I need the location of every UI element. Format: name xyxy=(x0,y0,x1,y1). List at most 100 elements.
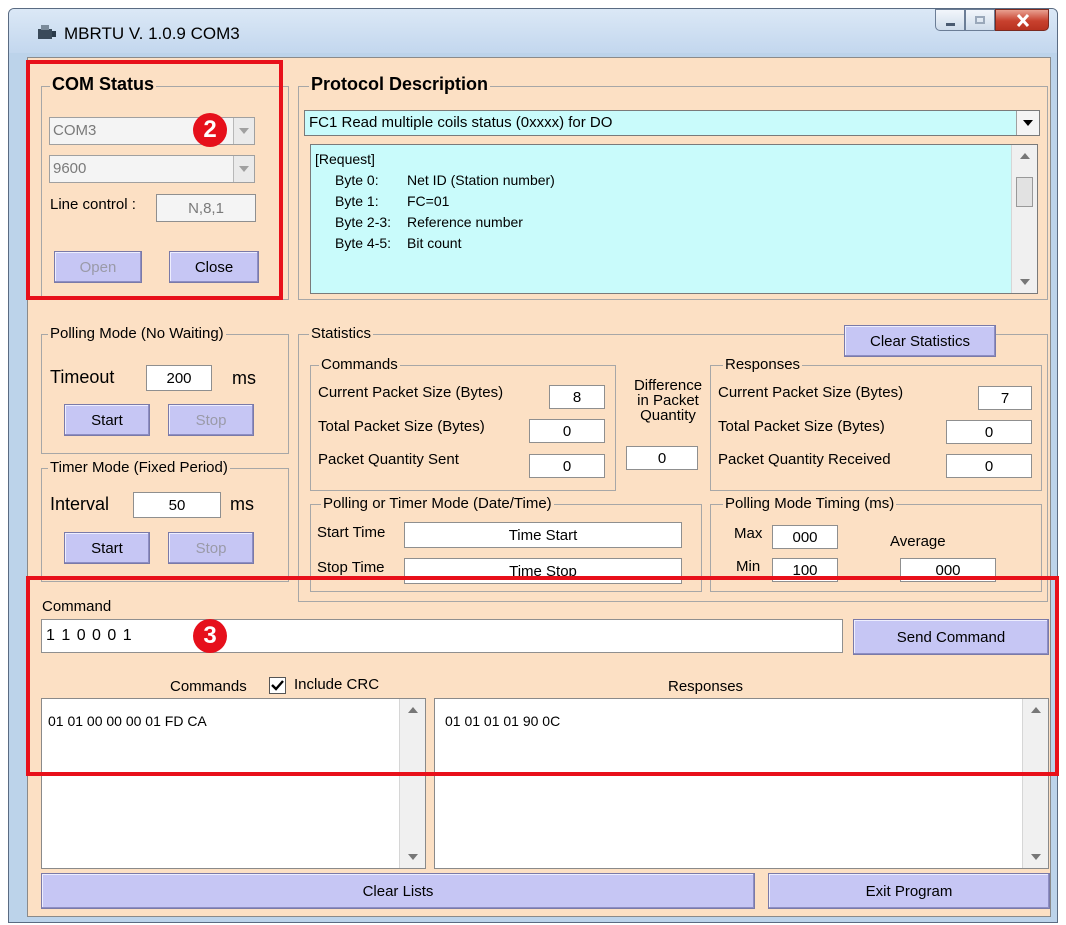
timer-start-button[interactable]: Start xyxy=(64,532,150,564)
minimize-icon xyxy=(946,23,955,26)
com-status-legend: COM Status xyxy=(50,74,157,95)
desc-label: Byte 1: xyxy=(335,193,379,209)
commands-list[interactable]: 01 01 00 00 00 01 FD CA xyxy=(41,698,426,869)
timing-legend: Polling Mode Timing (ms) xyxy=(723,495,897,512)
baud-rate-select[interactable]: 9600 xyxy=(49,155,255,183)
scroll-up-icon[interactable] xyxy=(1023,699,1048,723)
responses-list[interactable]: 01 01 01 01 90 0C xyxy=(434,698,1049,869)
resp-total-label: Total Packet Size (Bytes) xyxy=(718,418,885,435)
commands-list-header: Commands xyxy=(170,678,247,695)
timeout-label: Timeout xyxy=(50,367,115,387)
window-title: MBRTU V. 1.0.9 COM3 xyxy=(64,24,240,43)
maximize-icon xyxy=(975,16,985,24)
desc-value: Reference number xyxy=(407,214,523,230)
include-crc-checkbox[interactable] xyxy=(269,677,286,694)
datetime-legend: Polling or Timer Mode (Date/Time) xyxy=(321,495,554,512)
polling-start-button[interactable]: Start xyxy=(64,404,150,436)
timeout-input[interactable]: 200 xyxy=(146,365,212,391)
close-button[interactable]: Close xyxy=(169,251,259,283)
list-item[interactable]: 01 01 00 00 00 01 FD CA xyxy=(48,713,207,729)
difference-line2: in Packet xyxy=(637,392,699,409)
desc-value: Net ID (Station number) xyxy=(407,172,555,188)
clear-statistics-button[interactable]: Clear Statistics xyxy=(844,325,996,357)
description-scrollbar[interactable] xyxy=(1011,145,1037,293)
minimize-button[interactable] xyxy=(935,9,965,31)
timer-mode-group: Timer Mode (Fixed Period) xyxy=(41,459,289,582)
resp-current-value: 7 xyxy=(978,386,1032,410)
average-value: 000 xyxy=(900,558,996,582)
scroll-down-icon[interactable] xyxy=(1023,844,1048,868)
responses-scrollbar[interactable] xyxy=(1022,699,1048,868)
difference-label: Difference in Packet Quantity xyxy=(624,378,712,423)
desc-label: Byte 4-5: xyxy=(335,235,392,251)
command-input[interactable]: 1 1 0 0 0 1 xyxy=(41,619,843,653)
polling-stop-button[interactable]: Stop xyxy=(168,404,254,436)
function-code-select[interactable]: FC1 Read multiple coils status (0xxxx) f… xyxy=(304,110,1040,136)
chevron-down-icon xyxy=(233,118,254,144)
resp-qty-value: 0 xyxy=(946,454,1032,478)
stop-time-label: Stop Time xyxy=(317,559,385,576)
timeout-unit: ms xyxy=(232,368,256,388)
annotation-badge-2: 2 xyxy=(193,113,227,147)
com-port-value: COM3 xyxy=(53,122,97,139)
open-button[interactable]: Open xyxy=(54,251,142,283)
scroll-up-icon[interactable] xyxy=(400,699,425,723)
protocol-description-text[interactable]: [Request] Byte 0: Net ID (Station number)… xyxy=(310,144,1038,294)
min-value: 100 xyxy=(772,558,838,582)
average-label: Average xyxy=(890,533,946,550)
difference-line1: Difference xyxy=(633,377,703,394)
statistics-legend: Statistics xyxy=(309,325,374,342)
timer-stop-button[interactable]: Stop xyxy=(168,532,254,564)
resp-total-value: 0 xyxy=(946,420,1032,444)
scroll-down-icon[interactable] xyxy=(400,844,425,868)
start-time-field: Time Start xyxy=(404,522,682,548)
list-item[interactable]: 01 01 01 01 90 0C xyxy=(445,713,560,729)
resp-qty-label: Packet Quantity Received xyxy=(718,451,891,468)
desc-line-4: Byte 4-5: Bit count xyxy=(315,233,555,254)
maximize-button[interactable] xyxy=(965,9,995,31)
line-control-field[interactable]: N,8,1 xyxy=(156,194,256,222)
interval-unit: ms xyxy=(230,494,254,514)
polling-mode-legend: Polling Mode (No Waiting) xyxy=(48,325,226,342)
resp-current-label: Current Packet Size (Bytes) xyxy=(718,384,904,401)
difference-line3: Quantity xyxy=(640,407,696,424)
scroll-thumb[interactable] xyxy=(1016,177,1033,207)
desc-label: [Request] xyxy=(315,151,375,167)
annotation-badge-3: 3 xyxy=(193,619,227,653)
close-icon xyxy=(1016,14,1030,27)
interval-input[interactable]: 50 xyxy=(133,492,221,518)
desc-label: Byte 2-3: xyxy=(335,214,392,230)
cmd-total-value: 0 xyxy=(529,419,605,443)
description-lines: [Request] Byte 0: Net ID (Station number)… xyxy=(315,149,555,254)
chevron-down-icon xyxy=(233,156,254,182)
exit-program-button[interactable]: Exit Program xyxy=(768,873,1050,909)
desc-line-3: Byte 2-3: Reference number xyxy=(315,212,555,233)
baud-rate-value: 9600 xyxy=(53,160,87,177)
interval-label: Interval xyxy=(50,494,110,514)
close-window-button[interactable] xyxy=(995,9,1049,31)
commands-stats-legend: Commands xyxy=(319,356,400,373)
clear-lists-button[interactable]: Clear Lists xyxy=(41,873,755,909)
cmd-qty-value: 0 xyxy=(529,454,605,478)
desc-line-2: Byte 1: FC=01 xyxy=(315,191,555,212)
difference-value: 0 xyxy=(626,446,698,470)
stop-time-field: Time Stop xyxy=(404,558,682,584)
app-window: MBRTU V. 1.0.9 COM3 COM Status COM3 9600… xyxy=(8,8,1058,923)
send-command-button[interactable]: Send Command xyxy=(853,619,1049,655)
app-icon xyxy=(38,25,56,39)
start-time-label: Start Time xyxy=(317,524,386,541)
scroll-up-icon[interactable] xyxy=(1012,145,1037,169)
line-control-label: Line control : xyxy=(50,196,136,213)
protocol-legend: Protocol Description xyxy=(309,74,491,95)
responses-list-header: Responses xyxy=(668,678,744,695)
command-label: Command xyxy=(42,598,112,615)
main-panel: COM Status COM3 9600 Line control : N,8,… xyxy=(27,57,1051,917)
scroll-down-icon[interactable] xyxy=(1012,269,1037,293)
max-label: Max xyxy=(734,525,763,542)
function-code-value: FC1 Read multiple coils status (0xxxx) f… xyxy=(309,114,613,131)
commands-scrollbar[interactable] xyxy=(399,699,425,868)
chevron-down-icon[interactable] xyxy=(1016,111,1039,135)
cmd-qty-label: Packet Quantity Sent xyxy=(318,451,459,468)
include-crc-label: Include CRC xyxy=(294,676,380,693)
cmd-current-value: 8 xyxy=(549,385,605,409)
